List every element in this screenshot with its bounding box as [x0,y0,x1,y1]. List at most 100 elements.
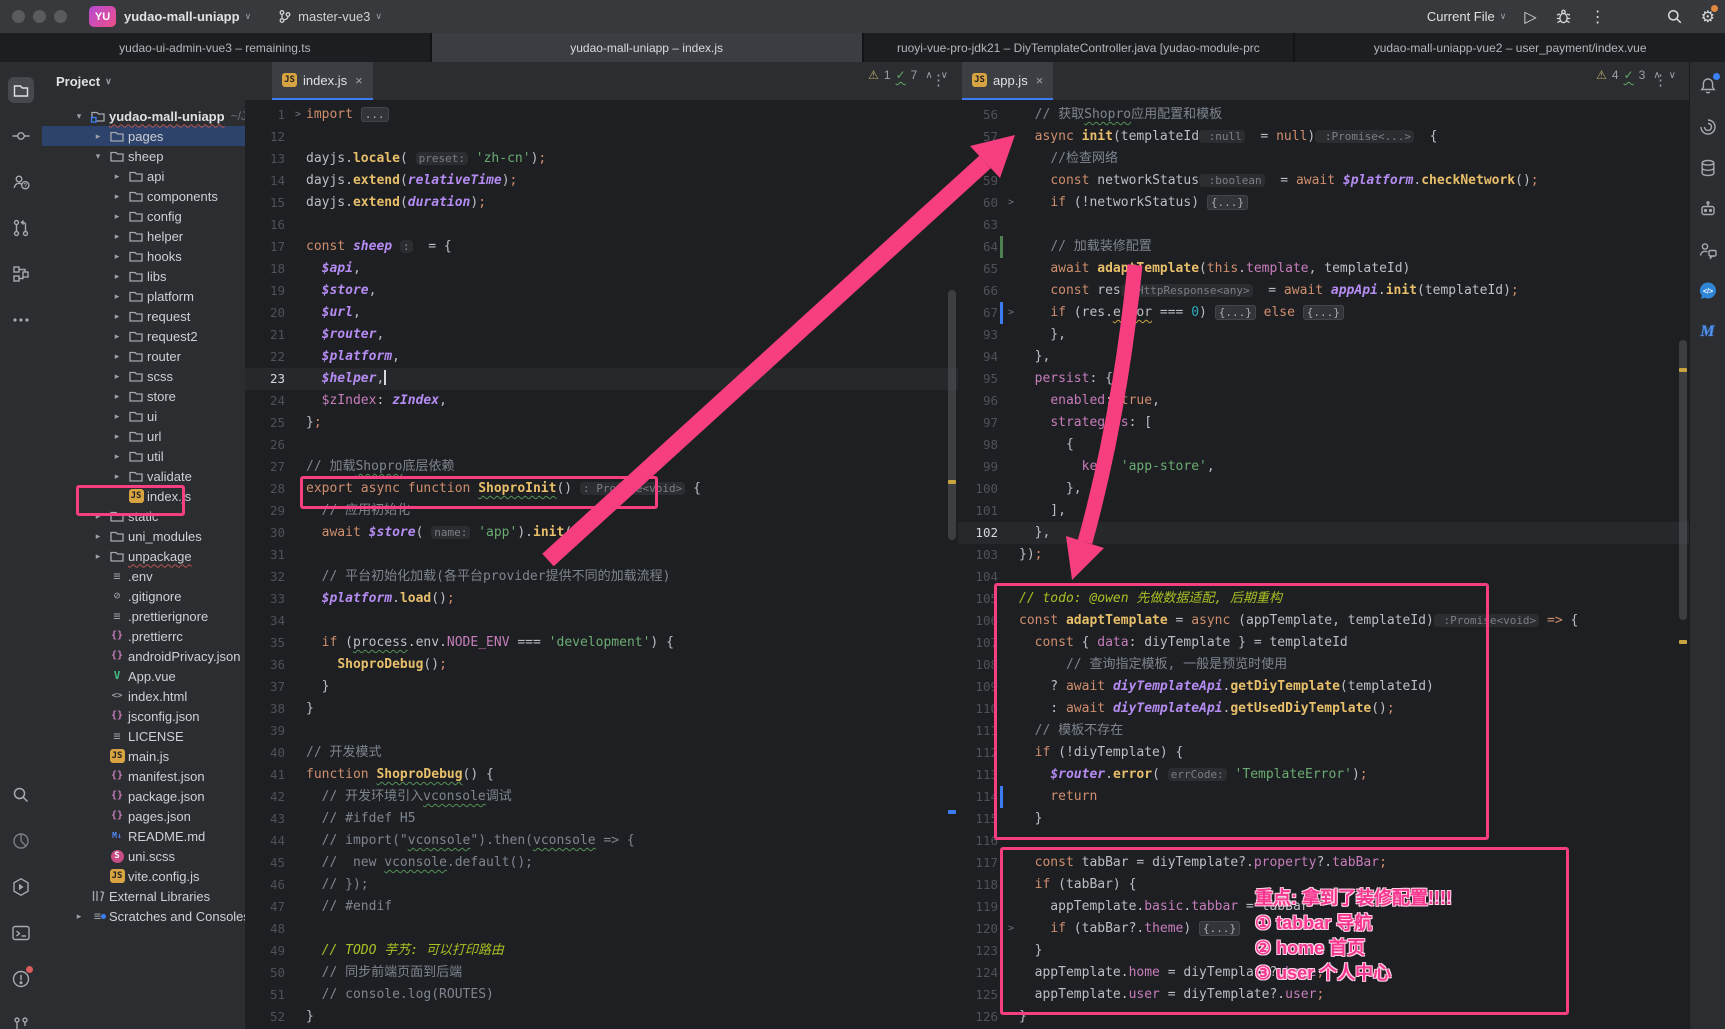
chevron-expanded-icon[interactable]: ▾ [70,111,88,122]
inspections-widget[interactable]: ⚠4 ✓3 ∧ ∨ [1596,68,1676,82]
chevron-collapsed-icon[interactable]: ▸ [108,211,126,222]
chevron-collapsed-icon[interactable]: ▸ [108,331,126,342]
info-stripe-mark[interactable] [948,810,956,814]
chevron-collapsed-icon[interactable]: ▸ [108,371,126,382]
debug-button[interactable] [1555,8,1572,25]
warning-stripe-mark[interactable] [1679,640,1687,644]
tree-item-helper[interactable]: ▸helper [42,226,245,246]
code-area-app-js[interactable]: 56 // 获取Shopro应用配置和模板57 async init(templ… [958,100,1690,1029]
code-line[interactable]: 19 $store, [245,280,958,302]
code-line[interactable]: 25}; [245,412,958,434]
code-line[interactable]: 115 } [958,808,1690,830]
code-line[interactable]: 47 // #endif [245,896,958,918]
code-line[interactable]: 119 appTemplate.basic.tabbar = tabBar [958,896,1690,918]
chevron-collapsed-icon[interactable]: ▸ [108,291,126,302]
code-line[interactable]: 21 $router, [245,324,958,346]
code-line[interactable]: 124 appTemplate.home = diyTemplate?.home… [958,962,1690,984]
problems-icon[interactable] [8,966,34,992]
code-line[interactable]: 24 $zIndex: zIndex, [245,390,958,412]
close-icon[interactable]: × [355,73,363,88]
window-tab[interactable]: yudao-ui-admin-vue3 – remaining.ts [0,33,430,62]
tree-item-components[interactable]: ▸components [42,186,245,206]
code-line[interactable]: 116 [958,830,1690,852]
code-line[interactable]: 94 }, [958,346,1690,368]
tree-item-yudao-mall-uniapp[interactable]: ▾yudao-mall-uniapp~/Java/yuc [42,106,245,126]
editor-tab-index-js[interactable]: JS index.js × [272,62,373,100]
tree-item-index.html[interactable]: <>index.html [42,686,245,706]
prev-problem-icon[interactable]: ∧ [1653,70,1660,81]
chevron-collapsed-icon[interactable]: ▸ [108,451,126,462]
code-line[interactable]: 35 if (process.env.NODE_ENV === 'develop… [245,632,958,654]
more-actions-button[interactable]: ⋮ [1590,7,1606,27]
code-line[interactable]: 118 if (tabBar) { [958,874,1690,896]
chevron-collapsed-icon[interactable]: ▸ [108,411,126,422]
code-line[interactable]: 32 // 平台初始化加载(各平台provider提供不同的加载流程) [245,566,958,588]
version-control-icon[interactable] [8,1012,34,1029]
code-line[interactable]: 44 // import("vconsole").then(vconsole =… [245,830,958,852]
chat-code-icon[interactable]: </> [1697,280,1719,302]
fold-arrow-icon[interactable]: > [290,104,306,126]
tree-item-hooks[interactable]: ▸hooks [42,246,245,266]
code-line[interactable]: 126} [958,1006,1690,1028]
fold-arrow-icon[interactable]: > [1003,302,1019,324]
code-line[interactable]: 13dayjs.locale( preset: 'zh-cn'); [245,148,958,170]
code-line[interactable]: 103}); [958,544,1690,566]
window-tab[interactable]: yudao-mall-uniapp – index.js [432,33,862,62]
warning-stripe-mark[interactable] [1679,368,1687,372]
code-line[interactable]: 108 // 查询指定模板, 一般是预览时使用 [958,654,1690,676]
chevron-collapsed-icon[interactable]: ▸ [108,191,126,202]
code-line[interactable]: 36 ShoproDebug(); [245,654,958,676]
code-line[interactable]: 102 }, [958,522,1690,544]
code-line[interactable]: 22 $platform, [245,346,958,368]
code-line[interactable]: 112 if (!diyTemplate) { [958,742,1690,764]
chevron-collapsed-icon[interactable]: ▸ [108,391,126,402]
code-line[interactable]: 30 await $store( name: 'app').init(); [245,522,958,544]
code-line[interactable]: 101 ], [958,500,1690,522]
next-problem-icon[interactable]: ∨ [1669,70,1676,81]
code-line[interactable]: 51 // console.log(ROUTES) [245,984,958,1006]
code-line[interactable]: 17const sheep : = { [245,236,958,258]
code-line[interactable]: 15dayjs.extend(duration); [245,192,958,214]
tree-item-store[interactable]: ▸store [42,386,245,406]
tree-item-.prettierrc[interactable]: {}.prettierrc [42,626,245,646]
code-line[interactable]: 104 [958,566,1690,588]
pull-request-icon[interactable] [8,215,34,241]
code-line[interactable]: 31 [245,544,958,566]
chevron-collapsed-icon[interactable]: ▸ [108,471,126,482]
chevron-collapsed-icon[interactable]: ▸ [108,271,126,282]
code-line[interactable]: 100 }, [958,478,1690,500]
code-line[interactable]: 65 await adaptTemplate(this.template, te… [958,258,1690,280]
chevron-expanded-icon[interactable]: ▾ [89,151,107,162]
settings-button[interactable]: ⚙ [1701,7,1715,27]
tree-item-externallibraries[interactable]: External Libraries [42,886,245,906]
code-line[interactable]: 20 $url, [245,302,958,324]
notifications-icon[interactable] [1697,75,1719,97]
code-line[interactable]: 40// 开发模式 [245,742,958,764]
window-minimize-icon[interactable] [33,10,46,23]
tree-item-api[interactable]: ▸api [42,166,245,186]
tree-item-validate[interactable]: ▸validate [42,466,245,486]
code-line[interactable]: 59 const networkStatus :boolean = await … [958,170,1690,192]
project-panel-header[interactable]: Project ∨ [42,62,245,100]
search-icon[interactable] [8,782,34,808]
tree-item-app.vue[interactable]: VApp.vue [42,666,245,686]
tree-item-sheep[interactable]: ▾sheep [42,146,245,166]
search-everywhere-button[interactable] [1666,8,1683,25]
code-line[interactable]: 95 persist: { [958,368,1690,390]
project-name-widget[interactable]: yudao-mall-uniapp [124,9,240,24]
code-line[interactable]: 106const adaptTemplate = async (appTempl… [958,610,1690,632]
tree-item-pages.json[interactable]: {}pages.json [42,806,245,826]
code-line[interactable]: 23 $helper, [245,368,958,390]
chevron-collapsed-icon[interactable]: ▸ [89,511,107,522]
chevron-collapsed-icon[interactable]: ▸ [108,351,126,362]
code-line[interactable]: 46 // }); [245,874,958,896]
code-line[interactable]: 96 enabled: true, [958,390,1690,412]
code-line[interactable]: 97 strategies: [ [958,412,1690,434]
tree-item-scss[interactable]: ▸scss [42,366,245,386]
code-line[interactable]: 33 $platform.load(); [245,588,958,610]
close-icon[interactable]: × [1036,73,1044,88]
tree-item-main.js[interactable]: JSmain.js [42,746,245,766]
warning-stripe-mark[interactable] [948,480,956,484]
code-with-me-icon[interactable] [1697,239,1719,261]
database-icon[interactable] [1697,157,1719,179]
